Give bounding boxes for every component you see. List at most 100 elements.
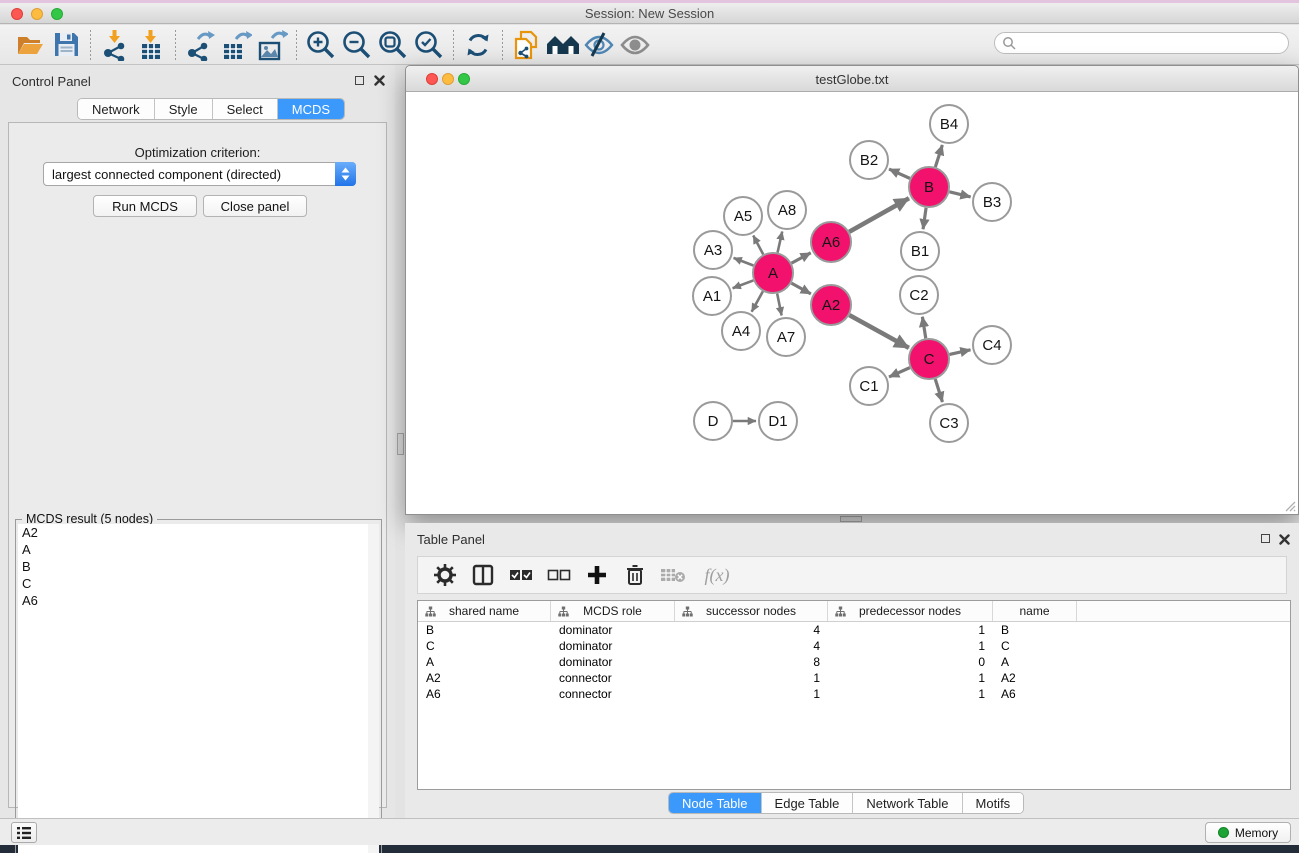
export-image-button[interactable] [254,28,290,62]
graph-node-A1[interactable]: A1 [693,277,731,315]
mcds-result-item[interactable]: B [18,558,369,575]
table-cell[interactable]: connector [551,671,675,685]
table-cell[interactable]: C [418,639,551,653]
table-cell[interactable]: A [993,655,1077,669]
tab-network-table[interactable]: Network Table [853,793,962,813]
optimization-criterion-select[interactable]: largest connected component (directed) [43,162,356,186]
select-all-columns-button[interactable] [504,559,538,591]
table-row[interactable]: Cdominator41C [418,638,1290,654]
table-cell[interactable]: 1 [828,687,993,701]
unselect-all-columns-button[interactable] [542,559,576,591]
table-cell[interactable]: A2 [993,671,1077,685]
splitter-handle-horizontal[interactable] [840,516,862,522]
zoom-fit-button[interactable] [375,28,411,62]
graph-edge-C-C4[interactable] [949,350,970,355]
delete-columns-button[interactable] [618,559,652,591]
function-builder-button[interactable]: f(x) [694,559,740,591]
graph-edge-A6-B[interactable] [849,198,909,231]
table-cell[interactable]: 4 [675,623,828,637]
graph-node-A6[interactable]: A6 [811,222,851,262]
table-row[interactable]: A2connector11A2 [418,670,1290,686]
table-cell[interactable]: 1 [828,623,993,637]
mcds-result-item[interactable]: A [18,541,369,558]
column-header-MCDS-role[interactable]: MCDS role [551,601,675,621]
graph-edge-B-B2[interactable] [889,169,910,178]
graph-node-B1[interactable]: B1 [901,232,939,270]
table-cell[interactable]: A2 [418,671,551,685]
column-header-shared-name[interactable]: shared name [418,601,551,621]
table-cell[interactable]: B [993,623,1077,637]
new-network-from-selection-button[interactable] [509,28,545,62]
graph-node-D[interactable]: D [694,402,732,440]
graph-node-B4[interactable]: B4 [930,105,968,143]
table-cell[interactable]: 4 [675,639,828,653]
delete-table-button[interactable] [656,559,690,591]
mcds-result-item[interactable]: C [18,575,369,592]
graph-edge-A-A3[interactable] [734,258,754,266]
import-network-button[interactable] [97,28,133,62]
hide-graphics-details-button[interactable] [581,28,617,62]
table-cell[interactable]: 8 [675,655,828,669]
graph-node-B3[interactable]: B3 [973,183,1011,221]
close-panel-icon[interactable] [1279,534,1290,545]
show-graphics-details-button[interactable] [617,28,653,62]
mcds-result-item[interactable]: A6 [18,592,369,609]
mcds-result-list[interactable]: A2ABCA6 [18,524,370,853]
graph-node-C2[interactable]: C2 [900,276,938,314]
mcds-result-item[interactable]: A2 [18,524,369,541]
graph-node-C1[interactable]: C1 [850,367,888,405]
tab-motifs[interactable]: Motifs [963,793,1024,813]
tab-network[interactable]: Network [78,99,155,119]
import-table-button[interactable] [133,28,169,62]
save-session-button[interactable] [48,28,84,62]
table-cell[interactable]: 0 [828,655,993,669]
graph-edge-C-C2[interactable] [922,317,925,339]
graph-node-A4[interactable]: A4 [722,312,760,350]
graph-node-C[interactable]: C [909,339,949,379]
graph-node-A[interactable]: A [753,253,793,293]
graph-edge-A-A5[interactable] [753,235,763,254]
graph-edge-A-A7[interactable] [777,294,781,316]
graph-edge-A-A1[interactable] [733,280,754,288]
column-header-successor-nodes[interactable]: successor nodes [675,601,828,621]
table-cell[interactable]: 1 [675,671,828,685]
float-panel-icon[interactable] [355,76,364,85]
graph-node-D1[interactable]: D1 [759,402,797,440]
graph-node-A8[interactable]: A8 [768,191,806,229]
memory-button[interactable]: Memory [1205,822,1291,843]
table-cell[interactable]: 1 [828,671,993,685]
graph-edge-C-C1[interactable] [889,368,910,377]
table-settings-button[interactable] [428,559,462,591]
graph-edge-A-A4[interactable] [752,291,763,311]
graph-edge-A2-C[interactable] [849,315,908,348]
table-cell[interactable]: A6 [418,687,551,701]
graph-node-C3[interactable]: C3 [930,404,968,442]
graph-edge-B-B4[interactable] [935,145,942,167]
graph-node-A7[interactable]: A7 [767,318,805,356]
window-resize-grip[interactable] [1284,500,1296,512]
graph-edge-A-A8[interactable] [778,231,783,252]
result-list-scrollbar[interactable] [368,524,379,853]
show-columns-button[interactable] [466,559,500,591]
tab-mcds[interactable]: MCDS [278,99,344,119]
search-input[interactable] [1016,34,1288,52]
graph-edge-A-A6[interactable] [792,253,811,263]
table-cell[interactable]: dominator [551,639,675,653]
graph-node-A3[interactable]: A3 [694,231,732,269]
graph-nodes[interactable]: B4B2BB3A5A8A6B1A3AC2A1A2A4A7C4CC1C3DD1 [693,105,1011,442]
show-task-history-button[interactable] [11,822,37,843]
create-column-button[interactable] [580,559,614,591]
column-header-name[interactable]: name [993,601,1077,621]
export-table-button[interactable] [218,28,254,62]
table-cell[interactable]: dominator [551,623,675,637]
run-mcds-button[interactable]: Run MCDS [93,195,197,217]
graph-node-C4[interactable]: C4 [973,326,1011,364]
graph-edge-A-A2[interactable] [791,283,810,294]
search-field[interactable] [994,32,1289,54]
graph-node-A5[interactable]: A5 [724,197,762,235]
graph-edge-B-B1[interactable] [923,208,926,229]
zoom-selected-button[interactable] [411,28,447,62]
splitter-handle-vertical[interactable] [397,433,404,455]
graph-node-B2[interactable]: B2 [850,141,888,179]
graph-node-A2[interactable]: A2 [811,285,851,325]
